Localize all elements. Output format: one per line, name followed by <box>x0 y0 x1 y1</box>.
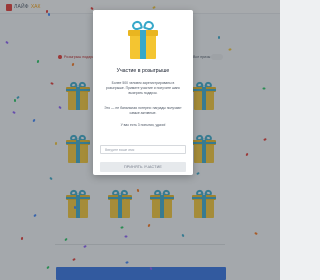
name-input[interactable] <box>100 145 186 154</box>
giveaway-modal: Участие в розыгрыше Более 500 человек за… <box>93 10 193 175</box>
modal-paragraph-2: Это — не банальная лотерея: награды полу… <box>104 106 182 116</box>
gift-box-icon <box>127 19 159 60</box>
submit-participation-button[interactable]: ПРИНЯТЬ УЧАСТИЕ <box>100 162 186 172</box>
modal-paragraph-3: У вас есть 3 попытки, удачи! <box>120 123 166 127</box>
modal-paragraph-1: Более 500 человек зарегистрированы в роз… <box>105 81 181 96</box>
modal-title: Участие в розыгрыше <box>116 68 170 74</box>
